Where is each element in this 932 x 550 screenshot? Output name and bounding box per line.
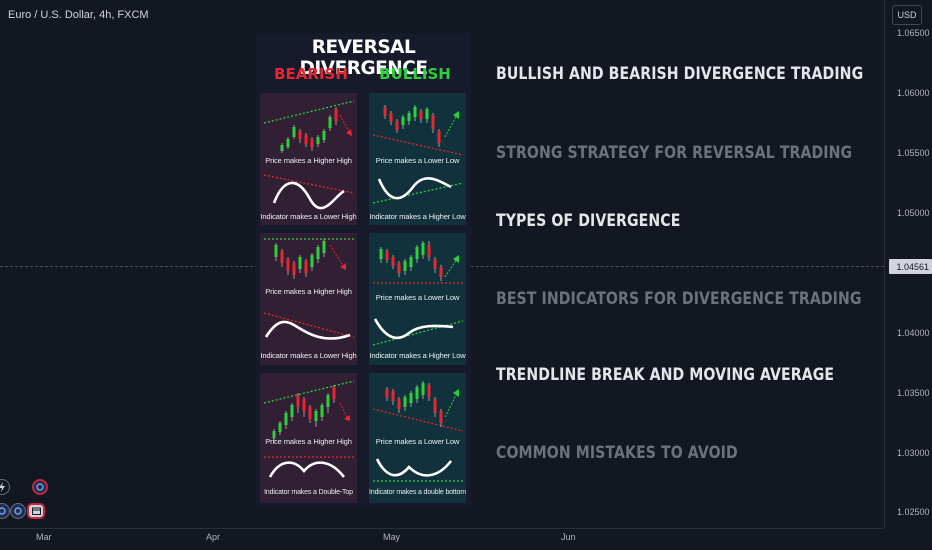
panel-indicator-text: Indicator makes a Higher Low: [369, 351, 466, 360]
panel-indicator-text: Indicator makes a Double-Top: [264, 489, 353, 496]
panel-indicator-text: Indicator makes a Lower High: [260, 351, 357, 360]
price-tick: 1.03500: [897, 388, 930, 398]
time-tick: Jun: [561, 532, 576, 542]
bullish-indicator-panel: Indicator makes a Higher Low: [369, 307, 466, 365]
drawing-icon[interactable]: [10, 503, 26, 519]
panel-price-text: Price makes a Lower Low: [375, 156, 460, 165]
bearish-indicator-panel: Indicator makes a Lower High: [260, 169, 357, 225]
calendar-icon[interactable]: [27, 503, 45, 519]
panel-indicator-text: Indicator makes a double bottom: [369, 489, 466, 496]
bearish-price-panel: Price makes a Higher High: [260, 93, 357, 169]
bullish-price-panel: Price makes a Lower Low: [369, 233, 466, 307]
bearish-indicator-panel: Indicator makes a Double-Top: [260, 451, 357, 503]
panel-indicator-text: Indicator makes a Lower High: [260, 212, 357, 221]
price-tick: 1.02500: [897, 507, 930, 517]
price-tick: 1.05000: [897, 208, 930, 218]
bearish-price-panel: Price makes a Higher High: [260, 233, 357, 307]
current-price-label: 1.04561: [889, 259, 932, 274]
bearish-price-panel: Price makes a Higher High: [260, 373, 357, 451]
panel-price-text: Price makes a Higher High: [265, 287, 352, 296]
magnet-icon[interactable]: [32, 479, 48, 495]
heading-common-mistakes: COMMON MISTAKES TO AVOID: [496, 443, 738, 463]
heading-reversal-strategy: STRONG STRATEGY FOR REVERSAL TRADING: [496, 143, 853, 163]
heading-trendline-break: TRENDLINE BREAK AND MOVING AVERAGE: [496, 365, 835, 385]
lightning-icon[interactable]: [0, 479, 10, 495]
bullish-label: BULLISH: [379, 65, 451, 83]
heading-divergence-trading: BULLISH AND BEARISH DIVERGENCE TRADING: [496, 64, 864, 84]
bullish-indicator-panel: Indicator makes a double bottom: [369, 451, 466, 503]
indicator-icon[interactable]: [0, 503, 10, 519]
heading-best-indicators: BEST INDICATORS FOR DIVERGENCE TRADING: [496, 289, 862, 309]
bullish-indicator-panel: Indicator makes a Higher Low: [369, 169, 466, 225]
time-axis[interactable]: [0, 528, 884, 550]
reversal-divergence-infographic: REVERSAL DIVERGENCE BEARISH BULLISH Pric…: [256, 33, 471, 508]
heading-types-of-divergence: TYPES OF DIVERGENCE: [496, 211, 681, 231]
panel-indicator-text: Indicator makes a Higher Low: [369, 212, 466, 221]
bullish-price-panel: Price makes a Lower Low: [369, 93, 466, 169]
bearish-indicator-panel: Indicator makes a Lower High: [260, 307, 357, 365]
panel-price-text: Price makes a Higher High: [265, 437, 352, 446]
price-tick: 1.05500: [897, 148, 930, 158]
price-tick: 1.06000: [897, 88, 930, 98]
symbol-title[interactable]: Euro / U.S. Dollar, 4h, FXCM: [8, 9, 149, 21]
price-tick: 1.04000: [897, 328, 930, 338]
currency-button[interactable]: USD: [892, 5, 922, 25]
panel-price-text: Price makes a Higher High: [265, 156, 352, 165]
bullish-price-panel: Price makes a Lower Low: [369, 373, 466, 451]
panel-price-text: Price makes a Lower Low: [375, 293, 460, 302]
price-tick: 1.06500: [897, 28, 930, 38]
panel-price-text: Price makes a Lower Low: [375, 437, 460, 446]
time-tick: Mar: [36, 532, 52, 542]
time-tick: Apr: [206, 532, 221, 542]
time-tick: May: [383, 532, 401, 542]
price-tick: 1.03000: [897, 448, 930, 458]
bearish-label: BEARISH: [274, 65, 348, 83]
